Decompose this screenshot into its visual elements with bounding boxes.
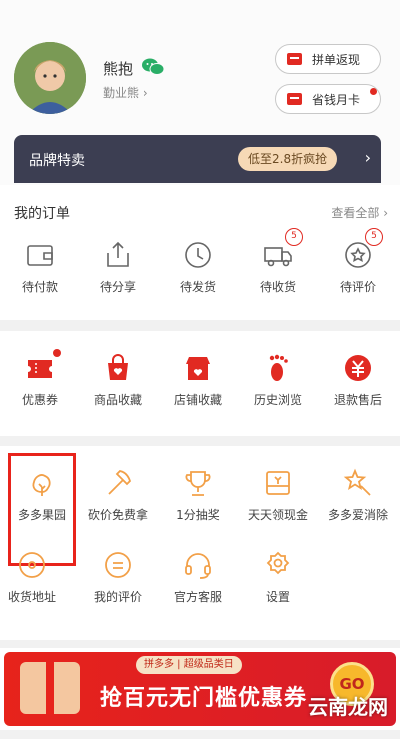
trophy-icon bbox=[183, 468, 213, 498]
services-section: 优惠券 商品收藏 店铺收藏 历史浏览 退款售后 bbox=[0, 331, 400, 436]
my-orders-section: 我的订单 查看全部 › 待付款 待分享 待发货 5 待收货 5 待评价 bbox=[0, 185, 400, 320]
product-favorites-entry[interactable]: 商品收藏 bbox=[82, 353, 154, 408]
tool-label: 多多爱消除 bbox=[327, 508, 388, 522]
order-label: 待发货 bbox=[179, 280, 216, 294]
coupons-entry[interactable]: 优惠券 bbox=[4, 349, 76, 408]
clock-icon bbox=[183, 240, 213, 270]
notification-dot bbox=[53, 349, 61, 357]
orchard-entry[interactable]: 多多果园 bbox=[6, 468, 78, 523]
notification-dot bbox=[370, 88, 377, 95]
tool-label: 天天领现金 bbox=[247, 508, 308, 522]
banner-headline: 抢百元无门槛优惠券 bbox=[100, 686, 308, 711]
order-pending-share[interactable]: 待分享 bbox=[82, 240, 154, 295]
monthly-card-button[interactable]: 省钱月卡 bbox=[275, 84, 381, 114]
axe-icon bbox=[103, 468, 133, 498]
order-count-badge: 5 bbox=[365, 228, 383, 246]
gift-box-icon bbox=[20, 662, 80, 714]
order-pending-payment[interactable]: 待付款 bbox=[4, 240, 76, 295]
tool-label: 1分抽奖 bbox=[176, 508, 220, 522]
orders-title: 我的订单 bbox=[14, 206, 70, 222]
refund-entry[interactable]: 退款售后 bbox=[322, 353, 394, 408]
profile-subline[interactable]: 勤业熊 › bbox=[103, 84, 148, 101]
tool-label: 官方客服 bbox=[173, 590, 222, 604]
service-label: 店铺收藏 bbox=[173, 393, 222, 407]
cash-box-icon bbox=[263, 468, 293, 498]
brand-title: 品牌特卖 bbox=[29, 153, 85, 169]
coupon-icon bbox=[25, 349, 61, 383]
brand-promo-badge: 低至2.8折疯抢 bbox=[238, 147, 338, 171]
service-label: 退款售后 bbox=[333, 393, 382, 407]
truck-icon: 5 bbox=[263, 228, 303, 270]
tree-icon bbox=[27, 468, 57, 498]
watermark: 云南龙网 bbox=[308, 695, 388, 719]
gear-icon bbox=[263, 550, 293, 580]
view-all-orders-link[interactable]: 查看全部 › bbox=[331, 204, 388, 221]
pill-label: 省钱月卡 bbox=[312, 92, 361, 107]
bag-heart-icon bbox=[103, 353, 133, 383]
address-entry[interactable]: 收货地址 bbox=[0, 550, 68, 605]
order-pending-shipment[interactable]: 待发货 bbox=[162, 240, 234, 295]
review-icon: 5 bbox=[343, 228, 383, 270]
star-wand-icon bbox=[343, 468, 373, 498]
order-label: 待收货 bbox=[259, 280, 296, 294]
order-label: 待评价 bbox=[339, 280, 376, 294]
banner-tag: 拼多多 | 超级品类日 bbox=[136, 656, 242, 674]
card-icon bbox=[287, 93, 302, 105]
tool-label: 砍价免费拿 bbox=[87, 508, 148, 522]
tools-section: 多多果园 砍价免费拿 1分抽奖 天天领现金 多多爱消除 收货地址 我的评价 官方… bbox=[0, 446, 400, 640]
wechat-icon bbox=[141, 57, 165, 77]
brand-sale-banner[interactable]: 品牌特卖 低至2.8折疯抢 › bbox=[14, 135, 381, 183]
lottery-entry[interactable]: 1分抽奖 bbox=[162, 468, 234, 523]
tool-label: 我的评价 bbox=[93, 590, 142, 604]
subline-text: 勤业熊 bbox=[103, 86, 140, 100]
group-cashback-button[interactable]: 拼单返现 bbox=[275, 44, 381, 74]
order-pending-receipt[interactable]: 5 待收货 bbox=[242, 228, 314, 295]
store-favorites-entry[interactable]: 店铺收藏 bbox=[162, 353, 234, 408]
customer-service-entry[interactable]: 官方客服 bbox=[162, 550, 234, 605]
store-icon bbox=[183, 353, 213, 383]
tool-label: 多多果园 bbox=[17, 508, 66, 522]
bargain-entry[interactable]: 砍价免费拿 bbox=[82, 468, 154, 523]
share-icon bbox=[103, 240, 133, 270]
service-label: 优惠券 bbox=[21, 393, 58, 407]
avatar[interactable] bbox=[14, 42, 86, 114]
refund-icon bbox=[343, 353, 373, 383]
match-game-entry[interactable]: 多多爱消除 bbox=[322, 468, 394, 523]
tool-label: 收货地址 bbox=[7, 590, 56, 604]
daily-cash-entry[interactable]: 天天领现金 bbox=[242, 468, 314, 523]
wallet-icon bbox=[25, 240, 55, 270]
order-count-badge: 5 bbox=[285, 228, 303, 246]
username: 熊抱 bbox=[103, 60, 134, 78]
order-label: 待付款 bbox=[21, 280, 58, 294]
service-label: 历史浏览 bbox=[253, 393, 302, 407]
tool-label: 设置 bbox=[265, 590, 290, 604]
order-pending-review[interactable]: 5 待评价 bbox=[322, 228, 394, 295]
settings-entry[interactable]: 设置 bbox=[242, 550, 314, 605]
gift-card-icon bbox=[287, 53, 302, 65]
promo-banner-body: 拼多多 | 超级品类日 抢百元无门槛优惠券 GO 云南龙网 bbox=[4, 652, 396, 726]
footprint-icon bbox=[263, 353, 293, 383]
chevron-right-icon: › bbox=[364, 148, 371, 167]
my-reviews-entry[interactable]: 我的评价 bbox=[82, 550, 154, 605]
pill-label: 拼单返现 bbox=[312, 52, 361, 67]
profile-header: 熊抱 勤业熊 › 拼单返现 省钱月卡 品牌特卖 低至2.8折疯抢 › bbox=[0, 0, 400, 185]
location-icon bbox=[17, 550, 47, 580]
history-entry[interactable]: 历史浏览 bbox=[242, 353, 314, 408]
service-label: 商品收藏 bbox=[93, 393, 142, 407]
comment-icon bbox=[103, 550, 133, 580]
promo-banner[interactable]: 拼多多 | 超级品类日 抢百元无门槛优惠券 GO 云南龙网 bbox=[0, 648, 400, 730]
order-label: 待分享 bbox=[99, 280, 136, 294]
headset-icon bbox=[183, 550, 213, 580]
